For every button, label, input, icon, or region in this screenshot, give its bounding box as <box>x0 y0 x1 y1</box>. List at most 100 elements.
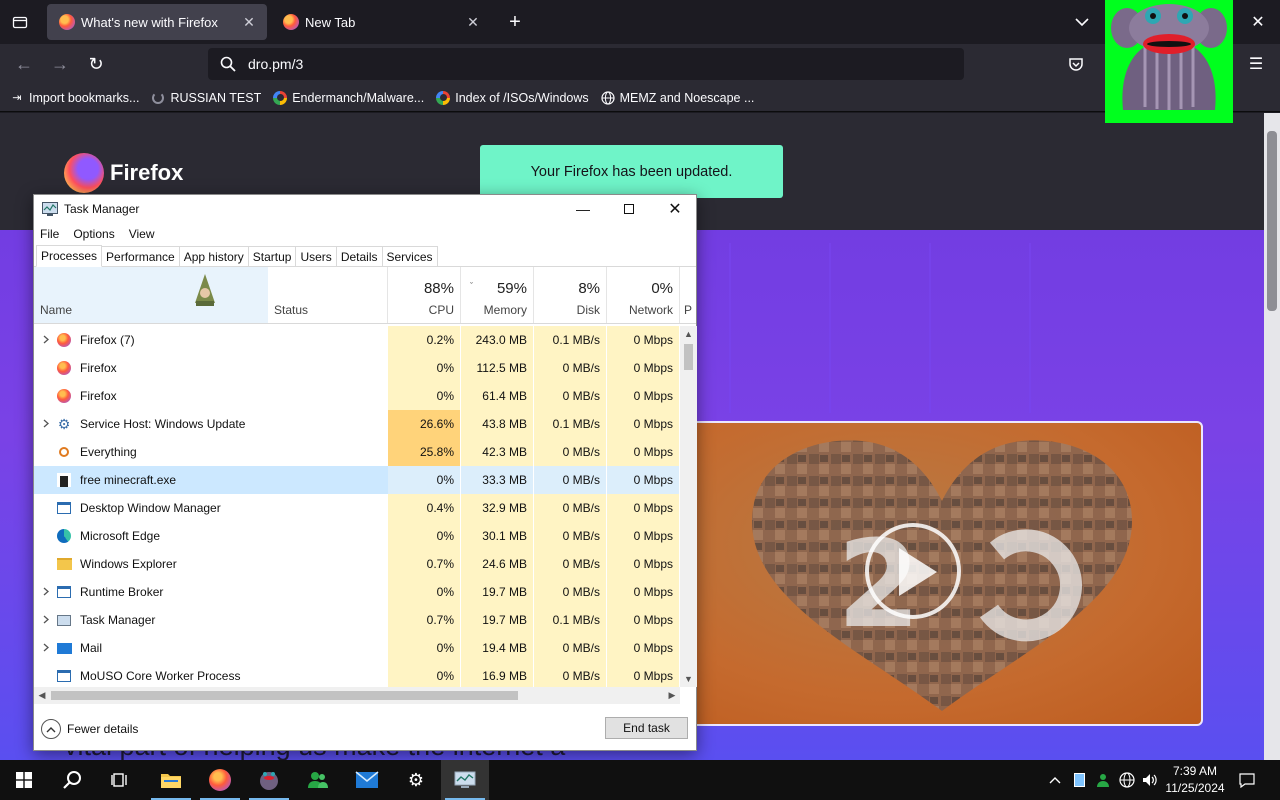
process-row[interactable]: ⚙ Service Host: Windows Update 26.6% 43.8 M… <box>34 410 680 438</box>
start-button[interactable] <box>0 760 48 800</box>
video-thumbnail[interactable]: 2 <box>680 421 1203 726</box>
process-row[interactable]: free minecraft.exe 0% 33.3 MB 0 MB/s 0 Mbps <box>34 466 680 494</box>
expand-chevron-icon[interactable] <box>34 613 56 627</box>
taskbar-settings[interactable]: ⚙ <box>392 760 440 800</box>
gear-icon: ⚙ <box>57 415 71 432</box>
taskbar-file-explorer[interactable] <box>147 760 195 800</box>
column-header-cpu[interactable]: 88% CPU <box>388 267 461 323</box>
notifications-icon[interactable] <box>1234 760 1260 800</box>
taskbar-clock[interactable]: 7:39 AM 11/25/2024 <box>1160 763 1230 797</box>
column-header-network[interactable]: 0% Network <box>607 267 680 323</box>
tray-app-icon[interactable] <box>1068 760 1090 800</box>
close-button[interactable]: ✕ <box>652 195 698 223</box>
scroll-up-icon[interactable]: ▲ <box>680 326 697 342</box>
process-row[interactable]: Firefox (7) 0.2% 243.0 MB 0.1 MB/s 0 Mbps <box>34 326 680 354</box>
page-scrollbar[interactable] <box>1264 113 1280 760</box>
tab-users[interactable]: Users <box>295 246 337 266</box>
hscroll-thumb[interactable] <box>51 691 518 700</box>
tab-processes[interactable]: Processes <box>36 245 103 267</box>
tab-details[interactable]: Details <box>335 246 383 266</box>
network-globe-icon[interactable] <box>1116 760 1138 800</box>
process-row[interactable]: Desktop Window Manager 0.4% 32.9 MB 0 MB/s 0… <box>34 494 680 522</box>
forward-icon[interactable]: → <box>46 50 74 78</box>
process-row[interactable]: Firefox 0% 112.5 MB 0 MB/s 0 Mbps <box>34 354 680 382</box>
process-row[interactable]: Windows Explorer 0.7% 24.6 MB 0 MB/s 0 Mbps <box>34 550 680 578</box>
menu-view[interactable]: View <box>129 227 155 241</box>
tab-startup[interactable]: Startup <box>247 246 297 266</box>
bookmark-import[interactable]: ⇥ Import bookmarks... <box>10 91 139 105</box>
process-row[interactable]: Mail 0% 19.4 MB 0 MB/s 0 Mbps <box>34 634 680 662</box>
close-window-button[interactable]: ✕ <box>1244 8 1272 36</box>
process-row[interactable]: Everything 25.8% 42.3 MB 0 MB/s 0 Mbps <box>34 438 680 466</box>
expand-chevron-icon[interactable] <box>34 417 56 431</box>
scroll-right-icon[interactable]: ▶ <box>664 687 680 704</box>
firefox-logo[interactable]: Firefox <box>64 153 183 193</box>
volume-icon[interactable] <box>1140 760 1160 800</box>
task-view-icon[interactable] <box>96 760 144 800</box>
process-name-cell: Runtime Broker <box>34 578 274 606</box>
process-mem-cell: 19.4 MB <box>461 634 534 662</box>
taskbar-people-app[interactable] <box>294 760 342 800</box>
bookmark-isos[interactable]: Index of /ISOs/Windows <box>436 90 589 105</box>
scroll-left-icon[interactable]: ◀ <box>34 687 50 704</box>
taskbar-search-icon[interactable] <box>48 760 96 800</box>
tab-performance[interactable]: Performance <box>101 246 180 266</box>
process-row[interactable]: MoUSO Core Worker Process 0% 16.9 MB 0 MB/s… <box>34 662 680 687</box>
process-list-vscrollbar[interactable]: ▲ ▼ <box>680 326 697 687</box>
column-label: P <box>684 303 693 317</box>
process-row[interactable]: Task Manager 0.7% 19.7 MB 0.1 MB/s 0 Mbps <box>34 606 680 634</box>
column-header-power[interactable]: P <box>680 267 696 323</box>
menu-file[interactable]: File <box>40 227 59 241</box>
process-row[interactable]: Firefox 0% 61.4 MB 0 MB/s 0 Mbps <box>34 382 680 410</box>
process-net-cell: 0 Mbps <box>607 634 680 662</box>
process-net-cell: 0 Mbps <box>607 522 680 550</box>
bookmark-memz[interactable]: MEMZ and Noescape ... <box>601 91 754 105</box>
process-mem-cell: 61.4 MB <box>461 382 534 410</box>
fewer-details-button[interactable]: Fewer details <box>41 719 138 739</box>
tab-app-history[interactable]: App history <box>178 246 249 266</box>
taskbar-monkey-app[interactable] <box>245 760 293 800</box>
show-hidden-icons[interactable] <box>1046 760 1064 800</box>
hamburger-menu-icon[interactable]: ☰ <box>1242 50 1270 78</box>
back-icon[interactable]: ← <box>10 50 38 78</box>
new-tab-button[interactable]: + <box>501 8 529 36</box>
menu-options[interactable]: Options <box>73 227 114 241</box>
end-task-button[interactable]: End task <box>605 717 688 739</box>
page-scroll-thumb[interactable] <box>1267 131 1277 311</box>
taskbar-firefox[interactable] <box>196 760 244 800</box>
vscroll-thumb[interactable] <box>684 344 693 370</box>
close-tab-icon[interactable]: ✕ <box>461 14 485 31</box>
column-header-name[interactable]: Name <box>34 267 268 323</box>
url-bar[interactable]: dro.pm/3 <box>208 48 964 80</box>
expand-chevron-icon[interactable] <box>34 641 56 655</box>
scroll-down-icon[interactable]: ▼ <box>680 671 697 687</box>
pocket-icon[interactable] <box>1062 50 1090 78</box>
process-disk-cell: 0 MB/s <box>534 550 607 578</box>
list-all-tabs-icon[interactable] <box>6 8 34 36</box>
taskbar-task-manager[interactable] <box>441 760 489 800</box>
task-manager-icon <box>454 771 476 788</box>
tab-new-tab[interactable]: New Tab ✕ <box>271 4 491 40</box>
tab-services[interactable]: Services <box>381 246 438 266</box>
bookmark-endermanch[interactable]: Endermanch/Malware... <box>273 90 424 105</box>
taskbar-mail[interactable] <box>343 760 391 800</box>
minimize-button[interactable]: — <box>560 195 606 223</box>
process-net-cell: 0 Mbps <box>607 662 680 687</box>
column-header-disk[interactable]: 8% Disk <box>534 267 607 323</box>
maximize-button[interactable] <box>606 195 652 223</box>
expand-chevron-icon[interactable] <box>34 585 56 599</box>
tray-people-icon[interactable] <box>1092 760 1114 800</box>
column-header-status[interactable]: Status <box>268 267 388 323</box>
close-tab-icon[interactable]: ✕ <box>237 14 261 31</box>
tab-whats-new[interactable]: What's new with Firefox ✕ <box>47 4 267 40</box>
reload-icon[interactable]: ↻ <box>82 50 110 78</box>
chevron-down-icon[interactable] <box>1068 8 1096 36</box>
process-cpu-cell: 0.4% <box>388 494 461 522</box>
column-header-memory[interactable]: ˇ 59% Memory <box>461 267 534 323</box>
process-row[interactable]: Microsoft Edge 0% 30.1 MB 0 MB/s 0 Mbps <box>34 522 680 550</box>
process-list-hscrollbar[interactable]: ◀ ▶ <box>34 687 680 704</box>
process-row[interactable]: Runtime Broker 0% 19.7 MB 0 MB/s 0 Mbps <box>34 578 680 606</box>
expand-chevron-icon[interactable] <box>34 333 56 347</box>
bookmark-russian-test[interactable]: RUSSIAN TEST <box>151 91 261 105</box>
process-name-cell: Task Manager <box>34 606 274 634</box>
